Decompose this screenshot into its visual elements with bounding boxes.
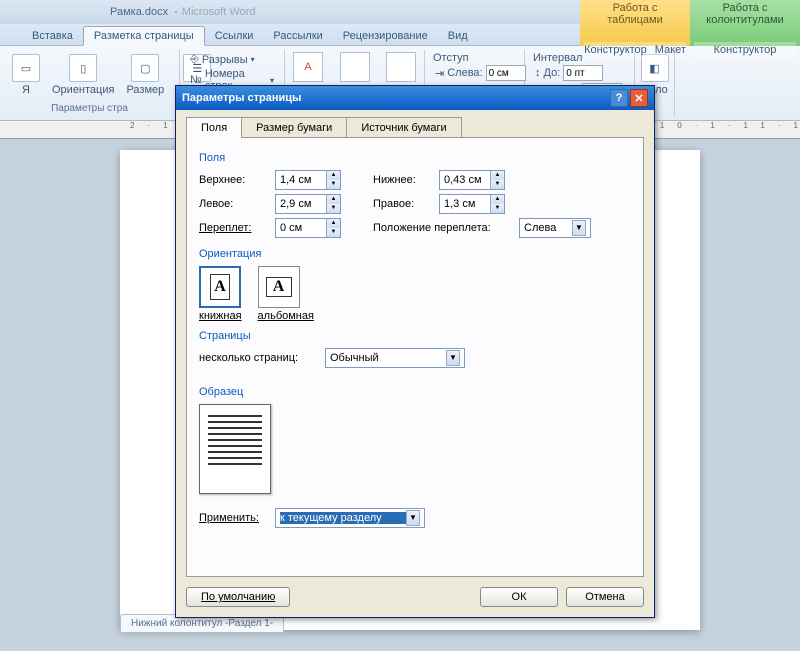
section-margins: Поля <box>199 152 631 164</box>
chevron-down-icon[interactable]: ▼ <box>572 220 586 236</box>
page-setup-dialog: Параметры страницы ? ✕ Поля Размер бумаг… <box>175 85 655 618</box>
left-margin-label: Левое: <box>199 198 269 210</box>
top-margin-input[interactable]: ▲▼ <box>275 170 341 190</box>
context-tabs: Работа с таблицами Конструктор Макет Раб… <box>580 0 800 46</box>
section-pages: Страницы <box>199 330 631 342</box>
spin-down-icon[interactable]: ▼ <box>326 180 340 189</box>
gutter-label: Переплет: <box>199 222 269 234</box>
close-icon[interactable]: ✕ <box>630 89 648 107</box>
indent-label: Отступ <box>433 52 516 64</box>
tab-insert[interactable]: Вставка <box>22 27 83 45</box>
dialog-tab-paper[interactable]: Размер бумаги <box>241 117 347 138</box>
gutter-pos-combo[interactable]: Слева▼ <box>519 218 591 238</box>
ok-button[interactable]: ОК <box>480 587 558 607</box>
doc-name: Рамка.docx <box>110 6 168 18</box>
section-preview: Образец <box>199 386 631 398</box>
tab-review[interactable]: Рецензирование <box>333 27 438 45</box>
context-tab-headerfooter[interactable]: Работа с колонтитулами Конструктор <box>690 0 800 46</box>
apply-to-label: Применить: <box>199 512 269 524</box>
group-label-page-setup: Параметры стра <box>8 103 171 114</box>
chevron-down-icon[interactable]: ▼ <box>446 350 460 366</box>
context-tab-tables[interactable]: Работа с таблицами Конструктор Макет <box>580 0 690 46</box>
indent-left: ⇥Слева: <box>433 64 516 82</box>
bottom-margin-label: Нижнее: <box>373 174 433 186</box>
orientation-portrait[interactable]: A книжная <box>199 266 242 322</box>
tab-mailings[interactable]: Рассылки <box>263 27 332 45</box>
dialog-tab-margins[interactable]: Поля <box>186 117 242 138</box>
chevron-down-icon[interactable]: ▼ <box>406 510 420 526</box>
app-name: Microsoft Word <box>182 6 256 18</box>
orientation-landscape[interactable]: A альбомная <box>258 266 314 322</box>
right-margin-label: Правое: <box>373 198 433 210</box>
indent-left-input[interactable] <box>486 65 526 81</box>
section-orientation: Ориентация <box>199 248 631 260</box>
page-borders-icon[interactable] <box>386 52 416 82</box>
gutter-pos-label: Положение переплета: <box>373 222 513 234</box>
spacing-before: ↕До: <box>533 64 626 82</box>
default-button[interactable]: По умолчанию <box>186 587 290 607</box>
dialog-tabs: Поля Размер бумаги Источник бумаги <box>186 116 644 137</box>
tab-references[interactable]: Ссылки <box>205 27 264 45</box>
left-margin-input[interactable]: ▲▼ <box>275 194 341 214</box>
right-margin-input[interactable]: ▲▼ <box>439 194 505 214</box>
help-icon[interactable]: ? <box>610 89 628 107</box>
size-button[interactable]: ▢Размер <box>122 52 168 98</box>
margins-button[interactable]: ▭Я <box>8 52 44 98</box>
tab-view[interactable]: Вид <box>438 27 478 45</box>
dialog-title: Параметры страницы <box>182 92 301 104</box>
multi-pages-label: несколько страниц: <box>199 352 319 364</box>
multi-pages-combo[interactable]: Обычный▼ <box>325 348 465 368</box>
spin-up-icon[interactable]: ▲ <box>326 171 340 180</box>
dialog-titlebar[interactable]: Параметры страницы ? ✕ <box>176 86 654 110</box>
page-color-icon[interactable] <box>340 52 370 82</box>
bottom-margin-input[interactable]: ▲▼ <box>439 170 505 190</box>
breaks-menu[interactable]: ⎆Разрывы▾ <box>188 52 276 67</box>
top-margin-label: Верхнее: <box>199 174 269 186</box>
tab-page-layout[interactable]: Разметка страницы <box>83 26 205 46</box>
watermark-icon[interactable]: A <box>293 52 323 82</box>
spacing-before-input[interactable] <box>563 65 603 81</box>
orientation-button[interactable]: ▯Ориентация <box>48 52 118 98</box>
dialog-tab-source[interactable]: Источник бумаги <box>346 117 461 138</box>
cancel-button[interactable]: Отмена <box>566 587 644 607</box>
page-preview <box>199 404 271 494</box>
apply-to-combo[interactable]: к текущему разделу▼ <box>275 508 425 528</box>
gutter-input[interactable]: ▲▼ <box>275 218 341 238</box>
